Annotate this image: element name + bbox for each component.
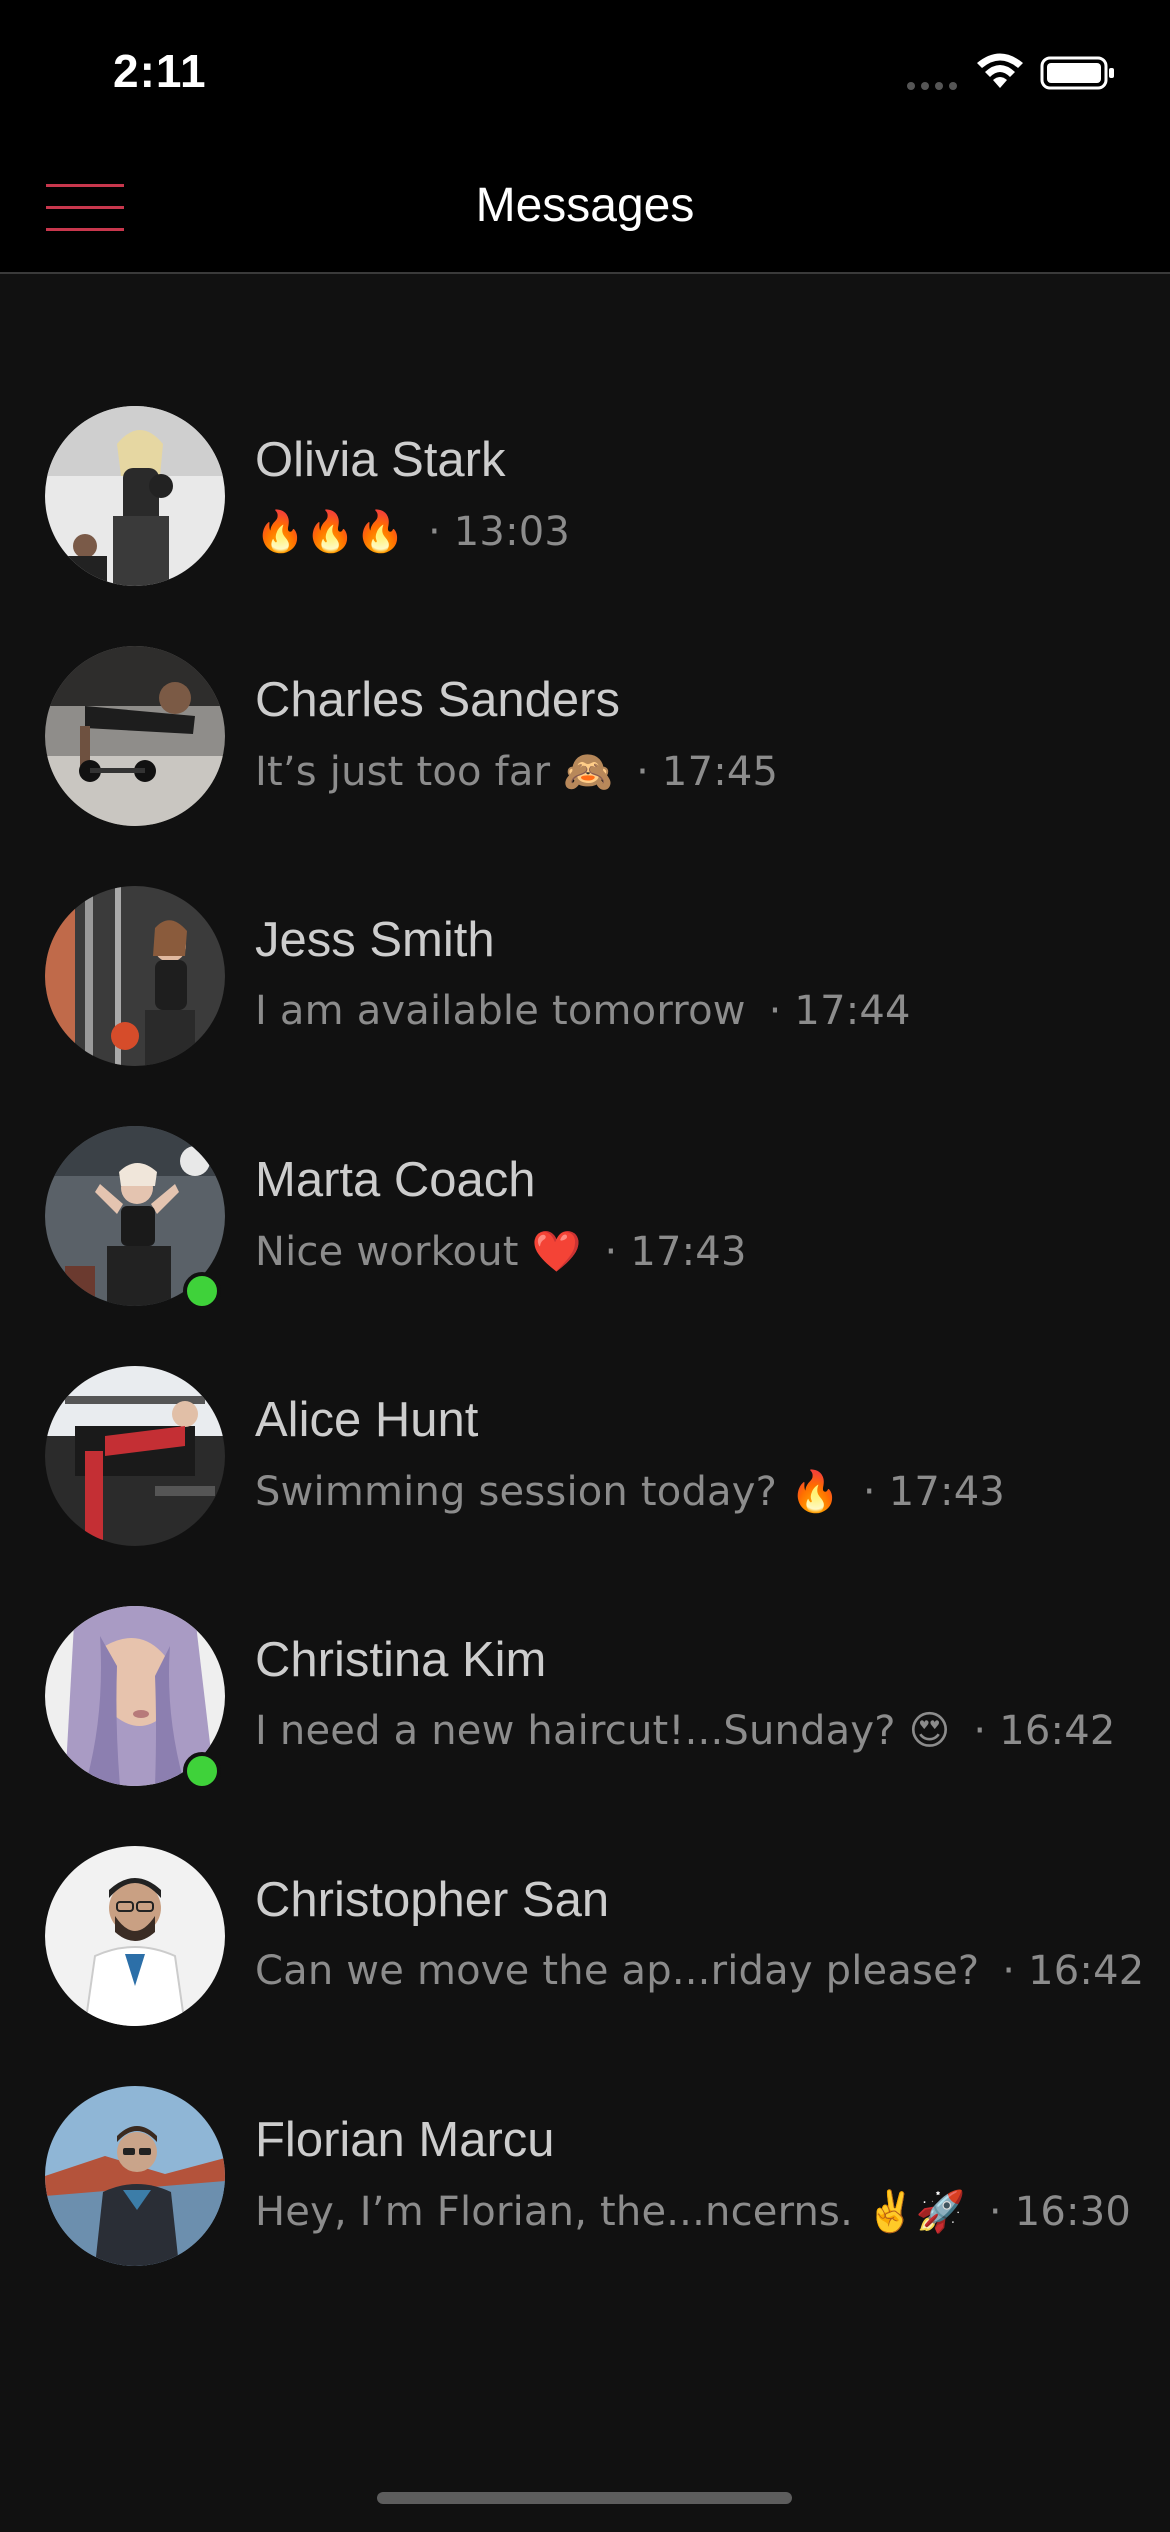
message-time: 17:45 bbox=[661, 749, 779, 795]
conversation-list[interactable]: Olivia Stark 🔥🔥🔥 · 13:03 Charles Sanders bbox=[0, 274, 1170, 2532]
message-time: 17:44 bbox=[794, 988, 911, 1034]
message-preview: Nice workout ❤️ · 17:43 bbox=[255, 1228, 747, 1275]
message-preview: Hey, I’m Florian, the...ncerns. ✌️🚀 · 16… bbox=[255, 2188, 1131, 2235]
conversation-row[interactable]: Florian Marcu Hey, I’m Florian, the...nc… bbox=[0, 2086, 1170, 2316]
separator: · bbox=[636, 749, 649, 795]
separator: · bbox=[1002, 1948, 1016, 1994]
message-time: 16:42 bbox=[1028, 1948, 1145, 1994]
preview-text: Nice workout ❤️ bbox=[255, 1229, 582, 1275]
conversation-row[interactable]: Christina Kim I need a new haircut!...Su… bbox=[0, 1606, 1170, 1836]
nav-bar: Messages bbox=[0, 140, 1170, 274]
status-time: 2:11 bbox=[113, 45, 207, 97]
message-time: 16:30 bbox=[1014, 2189, 1131, 2235]
avatar[interactable] bbox=[45, 886, 225, 1066]
message-preview: 🔥🔥🔥 · 13:03 bbox=[255, 508, 570, 555]
message-time: 17:43 bbox=[630, 1229, 747, 1275]
message-preview: I need a new haircut!...Sunday? 😍 · 16:4… bbox=[255, 1708, 1116, 1754]
conversation-row[interactable]: Jess Smith I am available tomorrow · 17:… bbox=[0, 886, 1170, 1116]
avatar[interactable] bbox=[45, 1366, 225, 1546]
avatar[interactable] bbox=[45, 646, 225, 826]
contact-name: Olivia Stark bbox=[255, 433, 506, 487]
message-time: 16:42 bbox=[999, 1708, 1116, 1754]
conversation-row[interactable]: Alice Hunt Swimming session today? 🔥 · 1… bbox=[0, 1366, 1170, 1596]
preview-text: I need a new haircut!...Sunday? 😍 bbox=[255, 1708, 951, 1754]
separator: · bbox=[973, 1708, 987, 1754]
message-preview: Swimming session today? 🔥 · 17:43 bbox=[255, 1468, 1005, 1515]
cellular-signal-icon bbox=[907, 82, 957, 90]
contact-name: Charles Sanders bbox=[255, 673, 620, 727]
conversation-row[interactable]: Olivia Stark 🔥🔥🔥 · 13:03 bbox=[0, 406, 1170, 636]
preview-text: Swimming session today? 🔥 bbox=[255, 1469, 840, 1515]
online-status-indicator bbox=[183, 1752, 221, 1790]
message-time: 13:03 bbox=[453, 509, 571, 555]
preview-text: Hey, I’m Florian, the...ncerns. ✌️🚀 bbox=[255, 2189, 966, 2235]
preview-text: I am available tomorrow bbox=[255, 988, 746, 1034]
contact-name: Florian Marcu bbox=[255, 2113, 555, 2167]
conversation-row[interactable]: Marta Coach Nice workout ❤️ · 17:43 bbox=[0, 1126, 1170, 1356]
separator: · bbox=[427, 509, 441, 555]
page-title: Messages bbox=[475, 179, 695, 232]
message-preview: It’s just too far 🙈 · 17:45 bbox=[255, 748, 778, 795]
avatar[interactable] bbox=[45, 1846, 225, 2026]
separator: · bbox=[768, 988, 782, 1034]
conversation-row[interactable]: Charles Sanders It’s just too far 🙈 · 17… bbox=[0, 646, 1170, 876]
battery-icon bbox=[1040, 56, 1114, 90]
separator: · bbox=[988, 2189, 1002, 2235]
online-status-indicator bbox=[183, 1272, 221, 1310]
separator: · bbox=[604, 1229, 618, 1275]
avatar[interactable] bbox=[45, 2086, 225, 2266]
home-indicator[interactable] bbox=[377, 2492, 792, 2504]
message-preview: I am available tomorrow · 17:44 bbox=[255, 988, 911, 1034]
status-bar: 2:11 bbox=[0, 0, 1170, 140]
separator: · bbox=[862, 1469, 876, 1515]
preview-text: It’s just too far 🙈 bbox=[255, 749, 614, 795]
avatar[interactable] bbox=[45, 406, 225, 586]
contact-name: Christina Kim bbox=[255, 1633, 547, 1687]
message-time: 17:43 bbox=[888, 1469, 1006, 1515]
contact-name: Christopher San bbox=[255, 1873, 610, 1927]
conversation-row[interactable]: Christopher San Can we move the ap...rid… bbox=[0, 1846, 1170, 2076]
preview-text: Can we move the ap...riday please? bbox=[255, 1948, 980, 1994]
contact-name: Marta Coach bbox=[255, 1153, 536, 1207]
message-preview: Can we move the ap...riday please? · 16:… bbox=[255, 1948, 1144, 1994]
wifi-icon bbox=[977, 53, 1023, 88]
preview-text: 🔥🔥🔥 bbox=[255, 509, 406, 555]
contact-name: Alice Hunt bbox=[255, 1393, 479, 1447]
contact-name: Jess Smith bbox=[255, 913, 495, 967]
